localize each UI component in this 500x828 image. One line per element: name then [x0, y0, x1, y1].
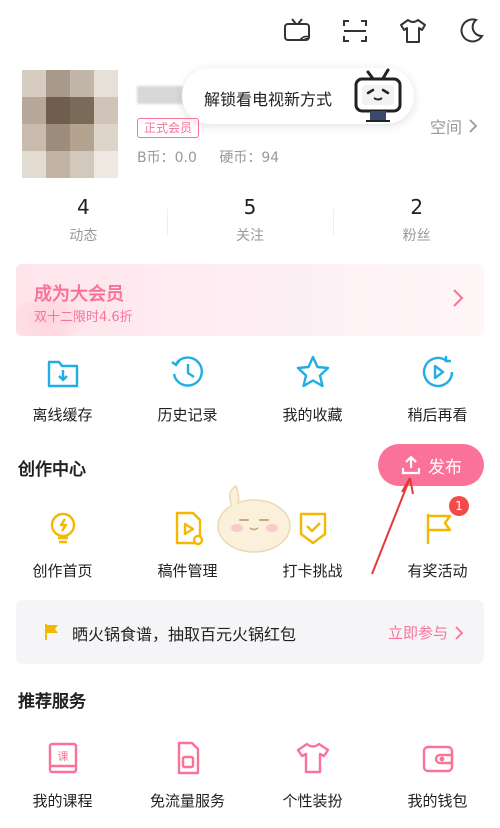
free-data-button[interactable]: 免流量服务 — [125, 738, 250, 811]
action-label: 历史记录 — [157, 406, 218, 424]
stat-value: 5 — [243, 195, 257, 219]
tv-mascot-icon — [346, 64, 408, 126]
watch-later-icon — [422, 356, 453, 388]
hard-coin-balance: 硬币：94 — [219, 150, 280, 166]
action-label: 离线缓存 — [32, 406, 93, 424]
tv-unlock-tooltip[interactable]: 解锁看电视新方式 — [182, 68, 414, 124]
flag-icon — [45, 624, 58, 640]
user-stats: 4 动态 5 关注 2 粉丝 — [0, 195, 500, 255]
svg-text:课: 课 — [57, 750, 68, 763]
tv-cast-icon[interactable] — [282, 16, 312, 46]
my-courses-button[interactable]: 课 我的课程 — [0, 738, 125, 811]
space-label: 空间 — [429, 118, 462, 137]
notification-badge: 1 — [449, 496, 469, 516]
avatar[interactable] — [22, 70, 118, 178]
checkin-challenge-button[interactable]: 打卡挑战 — [250, 508, 375, 581]
stat-following[interactable]: 5 关注 — [166, 195, 334, 255]
offline-cache-button[interactable]: 离线缓存 — [0, 352, 125, 425]
tooltip-text: 解锁看电视新方式 — [204, 90, 333, 109]
tshirt-icon — [296, 742, 329, 774]
reward-activity-button[interactable]: 1 有奖活动 — [375, 496, 500, 581]
b-coin-balance: B币：0.0 — [137, 150, 197, 166]
night-mode-moon-icon[interactable] — [456, 16, 486, 46]
stat-label: 动态 — [69, 228, 98, 244]
top-bar — [0, 0, 500, 60]
manuscript-icon — [175, 511, 203, 546]
stat-value: 4 — [76, 195, 90, 219]
action-label: 稍后再看 — [407, 406, 468, 424]
sim-card-icon — [177, 741, 199, 775]
upload-icon — [401, 455, 421, 475]
event-text: 晒火锅食谱，抽取百元火锅红包 — [72, 625, 297, 644]
service-label: 我的钱包 — [407, 792, 468, 810]
quick-actions: 离线缓存 历史记录 我的收藏 稍后再看 — [0, 352, 500, 425]
creation-label: 打卡挑战 — [282, 562, 343, 580]
creation-label: 创作首页 — [32, 562, 93, 580]
username-blurred — [137, 86, 183, 104]
publish-label: 发布 — [428, 457, 462, 478]
creation-home-button[interactable]: 创作首页 — [0, 508, 125, 581]
join-now-label: 立即参与 — [387, 624, 448, 642]
vip-title: 成为大会员 — [34, 284, 124, 305]
personal-outfit-button[interactable]: 个性装扮 — [250, 738, 375, 811]
service-label: 个性装扮 — [282, 792, 343, 810]
wallet-icon — [422, 745, 453, 773]
event-banner[interactable]: 晒火锅食谱，抽取百元火锅红包 立即参与 — [16, 600, 484, 664]
stat-label: 关注 — [236, 228, 264, 244]
star-icon — [296, 355, 329, 388]
bulb-icon — [50, 512, 75, 544]
chevron-right-icon — [469, 119, 478, 133]
service-label: 我的课程 — [32, 792, 93, 810]
stat-dynamics[interactable]: 4 动态 — [0, 195, 167, 255]
chevron-right-icon — [453, 289, 464, 307]
my-wallet-button[interactable]: 我的钱包 — [375, 738, 500, 811]
scan-icon[interactable] — [340, 16, 370, 46]
creation-actions: 创作首页 稿件管理 打卡挑战 1 有奖活动 — [0, 496, 500, 581]
history-clock-icon — [170, 356, 203, 387]
watch-later-button[interactable]: 稍后再看 — [375, 352, 500, 425]
tshirt-icon[interactable] — [398, 16, 428, 46]
manuscript-manage-button[interactable]: 稿件管理 — [125, 508, 250, 581]
publish-button[interactable]: 发布 — [378, 444, 484, 486]
reward-flag-icon — [426, 514, 451, 544]
join-now-link[interactable]: 立即参与 — [388, 622, 464, 643]
space-link[interactable]: 空间 — [430, 114, 478, 138]
favorites-button[interactable]: 我的收藏 — [250, 352, 375, 425]
creation-label: 有奖活动 — [407, 562, 468, 580]
service-actions: 课 我的课程 免流量服务 个性装扮 我的钱包 — [0, 738, 500, 811]
vip-banner[interactable]: 成为大会员 双十二限时4.6折 — [16, 264, 484, 336]
stat-value: 2 — [410, 195, 424, 219]
stat-label: 粉丝 — [402, 228, 431, 244]
history-button[interactable]: 历史记录 — [125, 352, 250, 425]
action-label: 我的收藏 — [282, 406, 343, 424]
creation-label: 稿件管理 — [157, 562, 218, 580]
checkin-shield-icon — [299, 512, 326, 545]
vip-subtitle: 双十二限时4.6折 — [34, 310, 133, 325]
member-badge: 正式会员 — [137, 118, 200, 138]
chevron-right-icon — [455, 625, 464, 640]
creation-center-title: 创作中心 — [18, 460, 86, 480]
recommended-services-title: 推荐服务 — [18, 692, 86, 712]
service-label: 免流量服务 — [149, 792, 225, 810]
stat-fans[interactable]: 2 粉丝 — [333, 195, 500, 255]
course-icon: 课 — [48, 742, 77, 774]
coin-balances: B币：0.0 硬币：94 — [137, 147, 297, 167]
download-folder-icon — [47, 360, 78, 388]
